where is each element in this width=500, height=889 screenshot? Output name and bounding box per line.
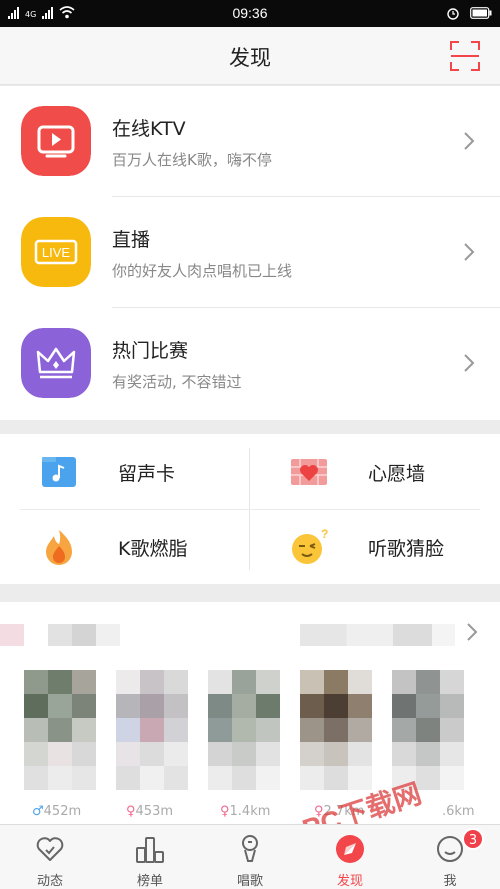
status-right: [446, 6, 492, 20]
feature-list: 在线KTV 百万人在线K歌，嗨不停 LIVE 直播 你的好友人肉点唱机已上线 热…: [0, 86, 500, 420]
grid-item-voice-card[interactable]: 留声卡: [0, 434, 250, 509]
male-icon: ♂: [32, 804, 44, 819]
status-bar: 4G 09:36: [0, 0, 500, 27]
alarm-icon: [447, 8, 459, 20]
heart-icon: [36, 837, 64, 861]
flame-icon: [46, 530, 72, 565]
heart-wall-icon: [291, 459, 327, 485]
grid-item-guess-face[interactable]: ? 听歌猜脸: [250, 509, 500, 584]
battery-icon: [470, 7, 492, 19]
blurred-avatar[interactable]: [24, 670, 96, 790]
live-icon: LIVE: [21, 217, 91, 287]
tab-discover[interactable]: 发现: [300, 825, 400, 889]
ranking-icon: [136, 837, 164, 863]
chevron-right-icon: [464, 132, 475, 150]
nearby-recommend-section: ♂452m ♀453m ♀1.4km ♀2.7km .6km: [0, 602, 500, 824]
chevron-right-icon: [464, 354, 475, 372]
microphone-icon: [242, 835, 258, 862]
tab-sing[interactable]: 唱歌: [200, 825, 300, 889]
quick-entry-grid: 留声卡 心愿墙 K歌燃脂 ? 听歌猜脸: [0, 434, 500, 584]
grid-divider-horizontal: [20, 509, 480, 510]
grid-item-label: K歌燃脂: [118, 538, 188, 560]
tab-label: 唱歌: [236, 874, 263, 889]
female-icon: ♀: [126, 804, 136, 819]
blurred-avatar[interactable]: [116, 670, 188, 790]
feature-subtitle: 有奖活动, 不容错过: [112, 373, 242, 391]
feature-subtitle: 你的好友人肉点唱机已上线: [112, 262, 293, 280]
blurred-section-title: [0, 624, 120, 646]
tab-me[interactable]: 3 我: [400, 825, 500, 889]
distance-label: ♂452m: [32, 804, 82, 819]
chevron-right-icon: [464, 243, 475, 261]
feature-title: 热门比赛: [112, 340, 189, 362]
tab-label: 动态: [36, 874, 63, 889]
blurred-section-link: [300, 624, 455, 646]
page-title: 发现: [229, 46, 271, 70]
grid-item-k-burn[interactable]: K歌燃脂: [0, 509, 250, 584]
female-icon: ♀: [220, 804, 230, 819]
feature-title: 在线KTV: [112, 118, 186, 140]
tab-label: 发现: [336, 874, 363, 889]
distance-label: ♀453m: [126, 804, 174, 819]
distance-label: .6km: [442, 804, 475, 819]
grid-item-label: 听歌猜脸: [368, 538, 445, 560]
grid-item-label: 留声卡: [118, 463, 176, 485]
blurred-avatar[interactable]: [300, 670, 372, 790]
crown-icon: [21, 328, 91, 398]
svg-text:?: ?: [321, 528, 328, 541]
grid-item-wish-wall[interactable]: 心愿墙: [250, 434, 500, 509]
page-header: 发现: [0, 27, 500, 85]
music-card-icon: [42, 457, 76, 487]
feature-hot-contest[interactable]: 热门比赛 有奖活动, 不容错过: [0, 308, 500, 419]
svg-text:LIVE: LIVE: [42, 245, 71, 260]
feature-subtitle: 百万人在线K歌，嗨不停: [112, 151, 272, 169]
chevron-right-icon[interactable]: [466, 622, 478, 642]
feature-title: 直播: [112, 229, 151, 251]
notification-badge: 3: [462, 828, 484, 850]
scan-icon[interactable]: [450, 41, 480, 71]
grid-item-label: 心愿墙: [368, 463, 426, 485]
blurred-avatar[interactable]: [208, 670, 280, 790]
tab-label: 我: [443, 874, 457, 889]
tab-label: 榜单: [136, 874, 163, 889]
distance-label: ♀1.4km: [220, 804, 271, 819]
discover-icon: [336, 835, 364, 863]
ktv-play-icon: [21, 106, 91, 176]
feature-online-ktv[interactable]: 在线KTV 百万人在线K歌，嗨不停: [0, 86, 500, 197]
guess-face-icon: ?: [292, 528, 328, 564]
feature-live[interactable]: LIVE 直播 你的好友人肉点唱机已上线: [0, 197, 500, 308]
bottom-tab-bar: 动态 榜单 唱歌 发现 3 我: [0, 824, 500, 889]
blurred-avatar[interactable]: [392, 670, 464, 790]
tab-ranking[interactable]: 榜单: [100, 825, 200, 889]
status-time: 09:36: [232, 5, 268, 21]
tab-feed[interactable]: 动态: [0, 825, 100, 889]
